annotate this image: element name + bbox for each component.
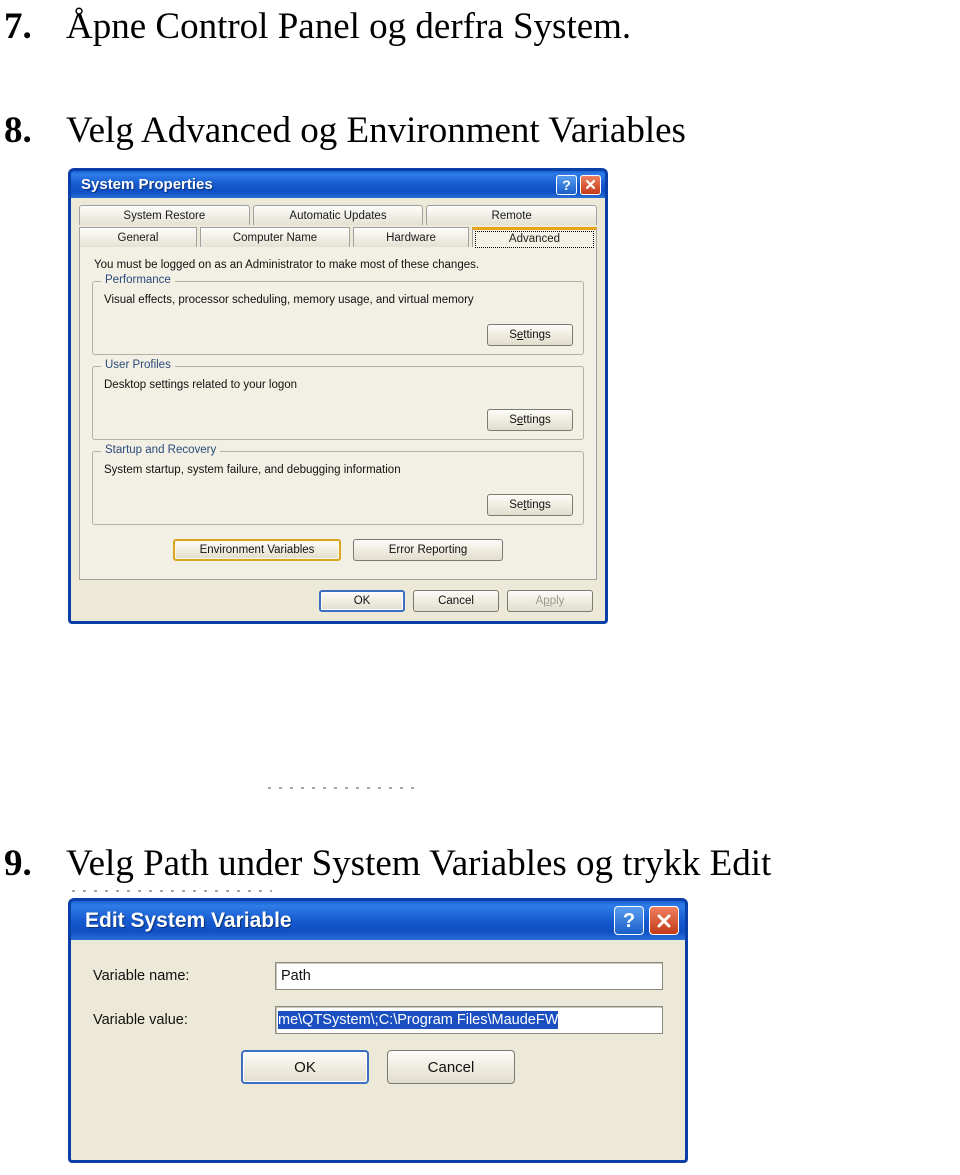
tab-automatic-updates-label: Automatic Updates <box>289 209 387 222</box>
tab-row-2: General Computer Name Hardware Advanced <box>79 227 597 248</box>
edit-ok-label: OK <box>294 1058 316 1076</box>
dialog-footer-buttons: OK Cancel Ap ply <box>71 580 605 621</box>
system-properties-window: System Properties ? System Restore Autom… <box>68 168 608 624</box>
user-profiles-settings-button[interactable]: Se ttings <box>487 409 573 431</box>
group-user-profiles: User Profiles Desktop settings related t… <box>92 359 584 440</box>
step-8-number: 8. <box>4 110 32 151</box>
tab-general-label: General <box>117 231 159 244</box>
error-reporting-button[interactable]: Error Reporting <box>353 539 503 561</box>
step-8: 8. Velg Advanced og Environment Variables <box>4 112 686 149</box>
tab-computer-name-label: Computer Name <box>232 231 318 244</box>
group-performance-description: Visual effects, processor scheduling, me… <box>104 294 474 306</box>
ok-button-label: OK <box>353 595 371 607</box>
variable-name-label: Variable name: <box>93 968 190 984</box>
group-user-profiles-description: Desktop settings related to your logon <box>104 379 298 391</box>
environment-variables-button[interactable]: Environment Variables <box>173 539 341 561</box>
variable-name-input[interactable]: Path <box>275 962 663 990</box>
variable-name-value: Path <box>281 968 311 984</box>
group-performance: Performance Visual effects, processor sc… <box>92 274 584 355</box>
step-7: 7. Åpne Control Panel og derfra System. <box>4 8 631 45</box>
startup-recovery-settings-button[interactable]: Se t tings <box>487 494 573 516</box>
edit-system-variable-titlebar[interactable]: Edit System Variable ? <box>68 898 688 940</box>
tab-system-restore[interactable]: System Restore <box>79 205 250 225</box>
step-9-number: 9. <box>4 843 32 884</box>
advanced-tab-page: You must be logged on as an Administrato… <box>79 247 597 580</box>
tab-hardware[interactable]: Hardware <box>353 227 469 247</box>
close-icon[interactable] <box>580 174 601 195</box>
edit-system-variable-title: Edit System Variable <box>85 908 292 932</box>
help-icon[interactable]: ? <box>614 906 644 935</box>
tab-general[interactable]: General <box>79 227 197 247</box>
edit-cancel-button[interactable]: Cancel <box>387 1050 515 1084</box>
cancel-button[interactable]: Cancel <box>413 590 499 612</box>
administrator-notice: You must be logged on as an Administrato… <box>94 259 480 271</box>
tab-hardware-label: Hardware <box>386 231 436 244</box>
variable-value-row: Variable value: me\QTSystem\;C:\Program … <box>93 1006 663 1034</box>
environment-variables-label: Environment Variables <box>199 544 315 556</box>
tab-remote[interactable]: Remote <box>426 205 598 225</box>
group-startup-recovery-legend: Startup and Recovery <box>101 444 221 456</box>
tab-remote-label: Remote <box>491 209 532 222</box>
system-properties-titlebar[interactable]: System Properties ? <box>68 168 608 198</box>
group-startup-recovery-description: System startup, system failure, and debu… <box>104 464 401 476</box>
edit-system-variable-body: Variable name: Path Variable value: me\Q… <box>68 940 688 1163</box>
ok-button[interactable]: OK <box>319 590 405 612</box>
help-icon[interactable]: ? <box>556 174 577 195</box>
step-9: 9. Velg Path under System Variables og tr… <box>4 845 771 882</box>
group-performance-legend: Performance <box>101 274 175 286</box>
system-properties-body: System Restore Automatic Updates Remote … <box>68 198 608 624</box>
edit-system-variable-window: Edit System Variable ? Variable name: Pa… <box>68 898 688 1163</box>
group-startup-recovery-button-row: Se t tings <box>103 494 573 516</box>
variable-value-text: me\QTSystem\;C:\Program Files\MaudeFW <box>278 1011 559 1029</box>
tab-automatic-updates[interactable]: Automatic Updates <box>252 205 424 225</box>
tab-row-1: System Restore Automatic Updates Remote <box>79 205 598 225</box>
extra-button-row: Environment Variables Error Reporting <box>92 539 584 561</box>
edit-cancel-label: Cancel <box>427 1058 475 1076</box>
group-startup-recovery: Startup and Recovery System startup, sys… <box>92 444 584 525</box>
variable-value-input[interactable]: me\QTSystem\;C:\Program Files\MaudeFW <box>275 1006 663 1034</box>
tab-advanced[interactable]: Advanced <box>472 227 597 248</box>
group-user-profiles-button-row: Se ttings <box>103 409 573 431</box>
step-7-text: Åpne Control Panel og derfra System. <box>66 6 632 47</box>
edit-fields: Variable name: Path Variable value: me\Q… <box>71 940 685 1098</box>
tab-strip: System Restore Automatic Updates Remote … <box>71 198 605 248</box>
cancel-button-label: Cancel <box>438 595 474 607</box>
tab-system-restore-label: System Restore <box>123 209 206 222</box>
tab-computer-name[interactable]: Computer Name <box>200 227 350 247</box>
variable-value-label: Variable value: <box>93 1012 188 1028</box>
step-8-text: Velg Advanced og Environment Variables <box>66 110 686 151</box>
performance-settings-button[interactable]: Se ttings <box>487 324 573 346</box>
edit-titlebar-buttons: ? <box>614 906 679 935</box>
titlebar-buttons: ? <box>556 174 601 195</box>
step-7-number: 7. <box>4 6 32 47</box>
system-properties-title: System Properties <box>81 176 213 193</box>
tab-advanced-label: Advanced <box>508 232 561 245</box>
error-reporting-label: Error Reporting <box>388 544 468 556</box>
apply-button[interactable]: Ap ply <box>507 590 593 612</box>
edit-dialog-buttons: OK Cancel <box>93 1050 663 1084</box>
scan-artifact-2 <box>72 890 272 892</box>
edit-ok-button[interactable]: OK <box>241 1050 369 1084</box>
group-performance-button-row: Se ttings <box>103 324 573 346</box>
variable-name-row: Variable name: Path <box>93 962 663 990</box>
scan-artifact-1 <box>268 787 418 789</box>
group-user-profiles-legend: User Profiles <box>101 359 175 371</box>
step-9-text: Velg Path under System Variables og tryk… <box>66 843 772 884</box>
close-icon[interactable] <box>649 906 679 935</box>
